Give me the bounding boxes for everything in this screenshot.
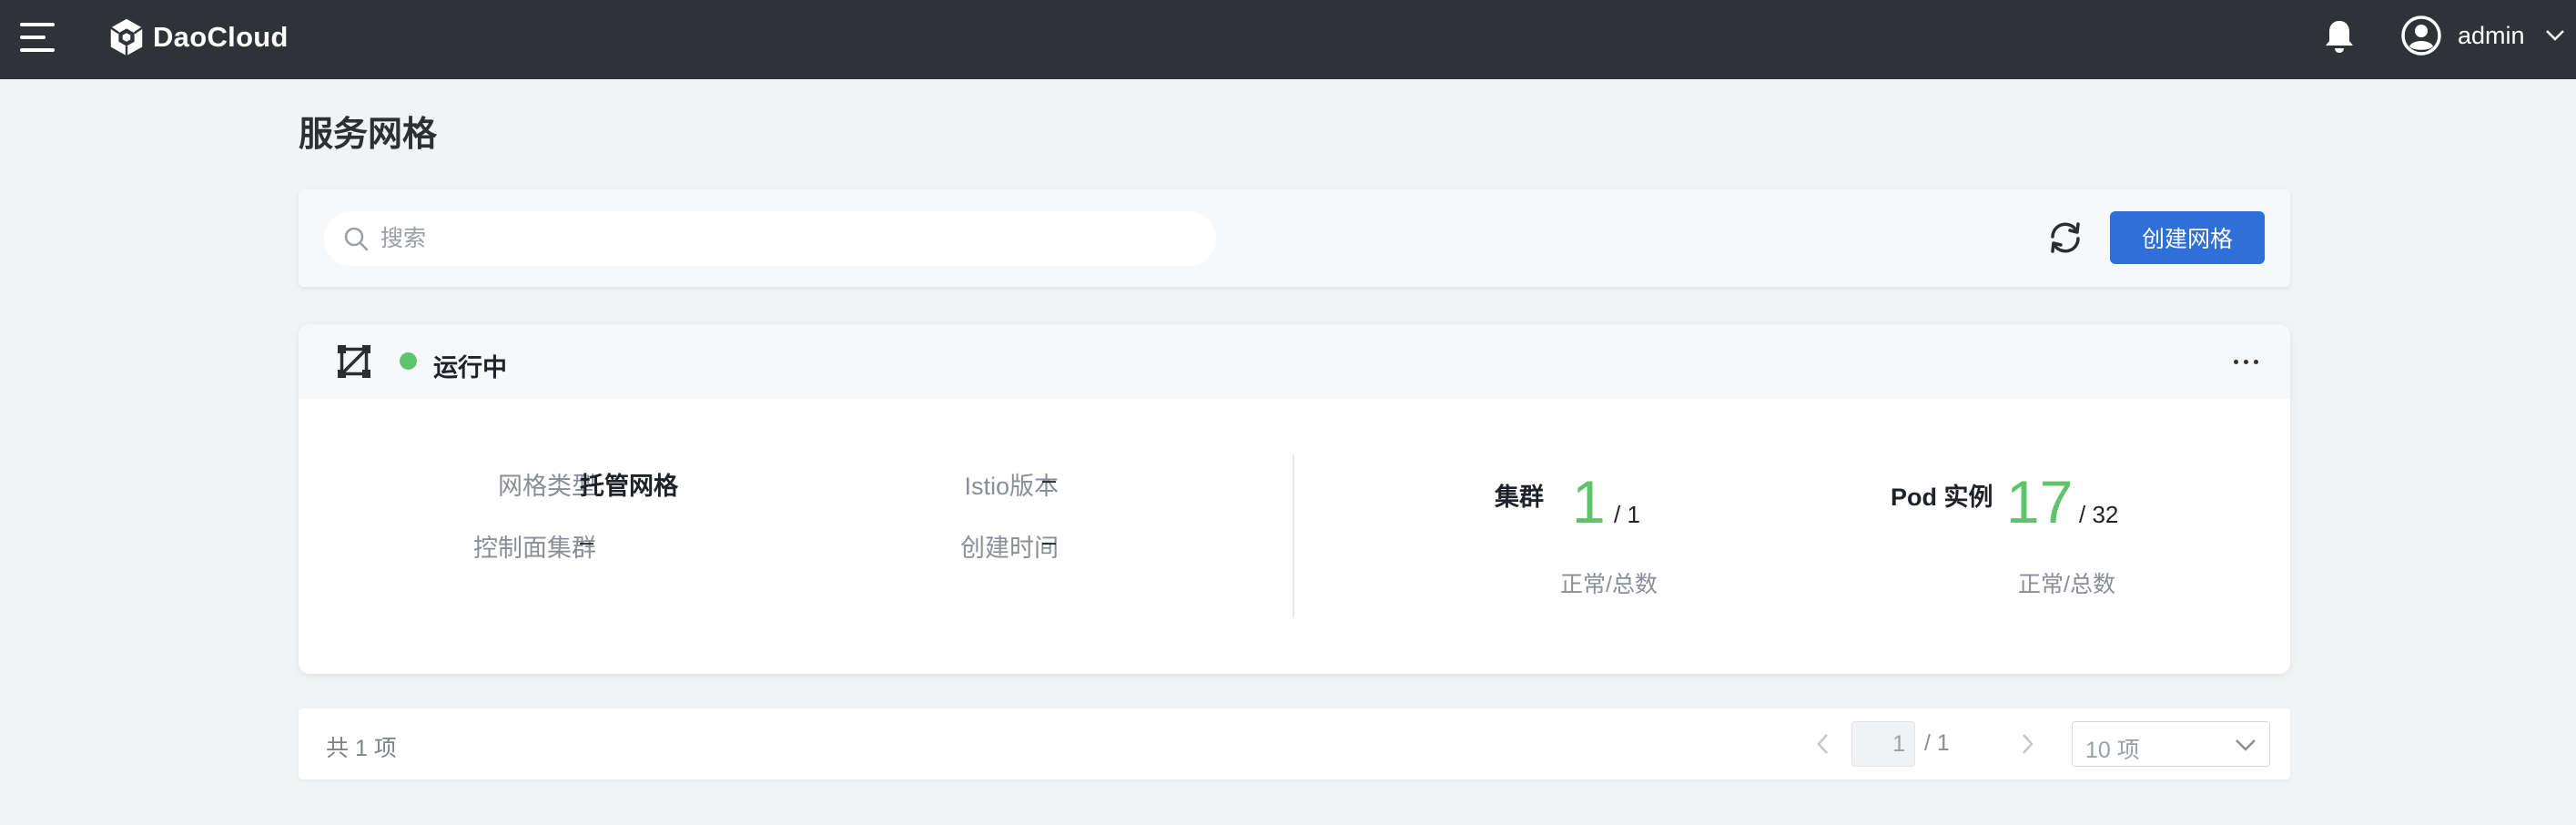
mesh-card[interactable]: 运行中 网格类型 托管网格 控制面集群 – Istio版本 – 创建时间 – 集… <box>299 324 2290 674</box>
create-mesh-button[interactable]: 创建网格 <box>2110 211 2265 264</box>
cluster-normal-count: 1 <box>1572 468 1606 535</box>
notification-button[interactable] <box>2319 16 2359 56</box>
istio-version-value: – <box>1042 466 1057 494</box>
current-page-input[interactable] <box>1851 721 1915 767</box>
control-plane-value: – <box>580 528 594 555</box>
chevron-down-icon <box>2545 30 2564 41</box>
istio-version-label: Istio版本 <box>964 473 1059 500</box>
mesh-type-value: 托管网格 <box>580 473 678 500</box>
brand-logo[interactable]: DaoCloud <box>106 15 289 60</box>
cluster-total-count: / 1 <box>1614 501 1640 528</box>
mesh-type-label: 网格类型 <box>498 473 596 500</box>
created-time-value: – <box>1042 528 1057 555</box>
page-size-select[interactable]: 10 项 <box>2072 721 2270 767</box>
chevron-right-icon <box>2023 734 2033 754</box>
search-box[interactable] <box>324 211 1216 266</box>
user-menu[interactable]: admin <box>2401 13 2565 58</box>
cluster-stat-label: 集群 <box>1495 484 1544 511</box>
daocloud-logo-icon <box>110 18 143 56</box>
pod-stat-label: Pod 实例 <box>1891 484 1993 511</box>
created-time-label: 创建时间 <box>960 535 1059 562</box>
status-dot <box>400 352 417 370</box>
prev-page-button[interactable] <box>1810 730 1837 758</box>
mesh-card-header: 运行中 <box>299 324 2290 399</box>
total-count: 共 1 项 <box>326 736 397 761</box>
user-avatar-icon <box>2401 15 2441 56</box>
refresh-button[interactable] <box>2044 217 2086 259</box>
next-page-button[interactable] <box>2013 730 2041 758</box>
control-plane-label: 控制面集群 <box>473 535 596 562</box>
pagination-bar: 共 1 项 / 1 10 项 <box>299 708 2290 779</box>
brand-name: DaoCloud <box>153 21 289 53</box>
pod-total-count: / 32 <box>2079 501 2119 528</box>
page-size-value: 10 项 <box>2085 738 2140 763</box>
mesh-icon <box>338 345 370 378</box>
page-title: 服务网格 <box>299 116 438 154</box>
chevron-down-icon <box>2236 739 2256 751</box>
page-total: / 1 <box>1924 730 1950 756</box>
pod-stat-caption: 正常/总数 <box>2018 572 2115 597</box>
card-divider <box>1293 454 1294 618</box>
pod-normal-count: 17 <box>2006 468 2074 535</box>
chevron-left-icon <box>1817 734 1828 754</box>
toolbar: 创建网格 <box>299 189 2290 287</box>
top-navbar: DaoCloud admin <box>0 0 2576 79</box>
bell-icon <box>2326 21 2353 53</box>
user-name: admin <box>2458 21 2525 49</box>
refresh-icon <box>2051 222 2080 253</box>
search-input[interactable] <box>380 225 1182 252</box>
more-icon[interactable] <box>2228 350 2265 373</box>
search-icon <box>344 227 369 251</box>
menu-icon[interactable] <box>18 20 56 58</box>
cluster-stat-caption: 正常/总数 <box>1560 572 1658 597</box>
mesh-status: 运行中 <box>433 354 507 382</box>
